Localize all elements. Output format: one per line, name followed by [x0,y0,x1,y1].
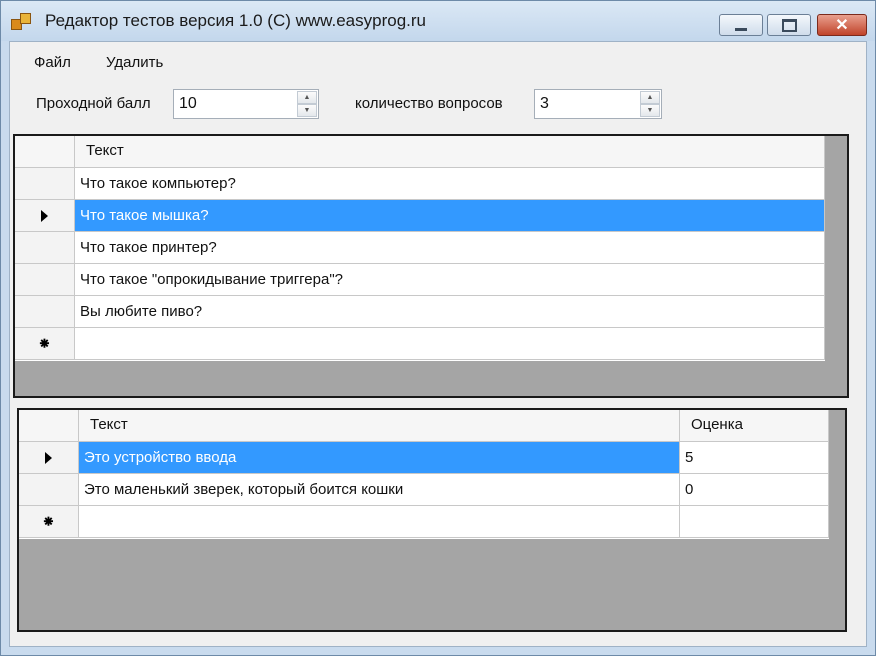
question-text-cell[interactable]: Что такое компьютер? [75,168,825,200]
spin-up-icon[interactable]: ▲ [297,91,317,104]
menu-bar: Файл Удалить [10,42,866,80]
header-corner[interactable] [15,136,75,168]
title-bar[interactable]: Редактор тестов версия 1.0 (С) www.easyp… [1,1,875,41]
table-row[interactable]: Что такое компьютер? [15,168,825,201]
column-header-text[interactable]: Текст [75,136,825,168]
answer-text-cell[interactable]: Это устройство ввода [79,442,680,474]
answer-score-cell[interactable]: 0 [680,474,829,506]
answer-text-cell[interactable]: Это маленький зверек, который боится кош… [79,474,680,506]
maximize-button[interactable] [767,14,811,36]
row-header[interactable] [19,442,79,474]
question-count-spinner[interactable]: ▲ ▼ [534,89,662,119]
question-text-cell[interactable]: Что такое "опрокидывание триггера"? [75,264,825,296]
questions-grid[interactable]: Текст Что такое компьютер? Что такое мыш… [13,134,849,398]
close-button[interactable]: ✕ [817,14,867,36]
new-answer-text-cell[interactable] [79,506,680,538]
question-text-cell[interactable]: Что такое мышка? [75,200,825,232]
menu-file[interactable]: Файл [34,54,71,71]
row-header[interactable] [19,474,79,506]
table-row[interactable]: Что такое мышка? [15,200,825,233]
table-row[interactable]: Это маленький зверек, который боится кош… [19,474,829,507]
close-icon: ✕ [835,17,849,34]
new-answer-score-cell[interactable] [680,506,829,538]
answer-score-cell[interactable]: 5 [680,442,829,474]
passing-score-spinner[interactable]: ▲ ▼ [173,89,319,119]
current-row-arrow-icon [41,209,48,222]
row-header[interactable]: ⁕ [19,506,79,538]
passing-score-input[interactable] [177,92,291,116]
spin-down-icon[interactable]: ▼ [640,104,660,117]
header-corner[interactable] [19,410,79,442]
row-header[interactable] [15,264,75,296]
question-count-input[interactable] [538,92,634,116]
table-row[interactable]: Что такое "опрокидывание триггера"? [15,264,825,297]
client-area: Файл Удалить Проходной балл ▲ ▼ количест… [9,41,867,647]
app-window: Редактор тестов версия 1.0 (С) www.easyp… [0,0,876,656]
new-row[interactable]: ⁕ [19,506,829,539]
maximize-icon [781,18,797,32]
new-row-asterisk-icon: ⁕ [37,335,52,353]
question-text-cell[interactable]: Что такое принтер? [75,232,825,264]
passing-score-label: Проходной балл [36,95,151,112]
passing-score-arrows: ▲ ▼ [297,91,317,117]
minimize-button[interactable] [719,14,763,36]
row-header[interactable] [15,168,75,200]
row-header[interactable] [15,296,75,328]
answers-grid[interactable]: Текст Оценка Это устройство ввода 5 Это … [17,408,847,632]
spin-down-icon[interactable]: ▼ [297,104,317,117]
spin-up-icon[interactable]: ▲ [640,91,660,104]
row-header[interactable]: ⁕ [15,328,75,360]
answers-header-row: Текст Оценка [19,410,829,443]
table-row[interactable]: Это устройство ввода 5 [19,442,829,475]
table-row[interactable]: Вы любите пиво? [15,296,825,329]
row-header[interactable] [15,200,75,232]
row-header[interactable] [15,232,75,264]
menu-delete[interactable]: Удалить [106,54,163,71]
current-row-arrow-icon [45,451,52,464]
question-count-label: количество вопросов [355,95,503,112]
column-header-text[interactable]: Текст [79,410,680,442]
new-row[interactable]: ⁕ [15,328,825,361]
new-row-asterisk-icon: ⁕ [41,513,56,531]
question-count-arrows: ▲ ▼ [640,91,660,117]
column-header-score[interactable]: Оценка [680,410,829,442]
table-row[interactable]: Что такое принтер? [15,232,825,265]
minimize-icon [735,27,747,31]
window-title: Редактор тестов версия 1.0 (С) www.easyp… [45,11,426,30]
question-text-cell[interactable]: Вы любите пиво? [75,296,825,328]
new-question-cell[interactable] [75,328,825,360]
questions-header-row: Текст [15,136,825,169]
app-icon [11,13,33,31]
